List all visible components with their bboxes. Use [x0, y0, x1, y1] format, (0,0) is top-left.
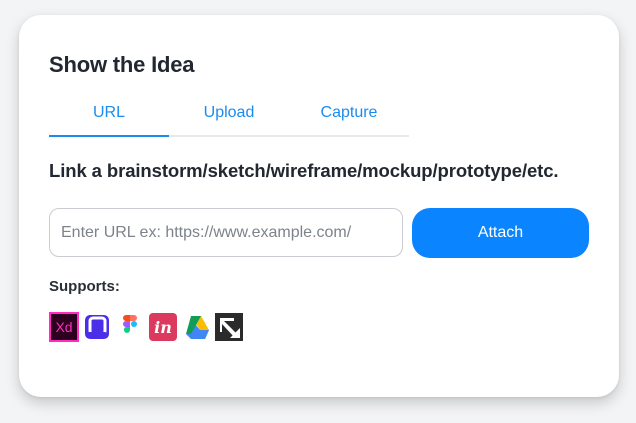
link-instruction: Link a brainstorm/sketch/wireframe/mocku… — [49, 160, 559, 181]
tab-capture[interactable]: Capture — [289, 99, 409, 135]
url-input[interactable] — [49, 208, 403, 257]
supported-tools: Xd in — [49, 312, 244, 342]
supports-label: Supports: — [49, 278, 120, 295]
figma-icon — [123, 315, 137, 333]
adobe-xd-icon: Xd — [49, 312, 79, 342]
attach-button[interactable]: Attach — [412, 208, 589, 258]
framer-icon — [85, 315, 109, 339]
card-title: Show the Idea — [49, 52, 195, 77]
tab-upload[interactable]: Upload — [169, 99, 289, 135]
tab-url[interactable]: URL — [49, 99, 169, 137]
adobe-xd-icon-text: Xd — [55, 319, 72, 335]
google-drive-icon — [186, 316, 209, 339]
invision-icon-text: in — [154, 318, 172, 337]
show-idea-card: Show the Idea URL Upload Capture Link a … — [19, 15, 619, 397]
invision-icon: in — [149, 313, 177, 341]
tab-bar: URL Upload Capture — [49, 99, 409, 137]
zeplin-icon — [215, 313, 243, 341]
